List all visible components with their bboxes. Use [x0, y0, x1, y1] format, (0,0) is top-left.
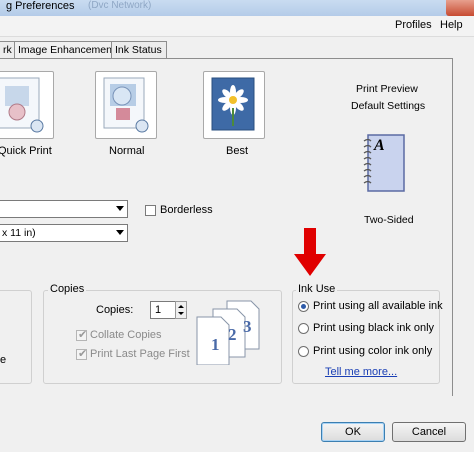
page-number-2: 2 [228, 325, 237, 344]
quick-print-label: Quick Print [0, 145, 52, 157]
ink-use-group-label: Ink Use [296, 283, 338, 295]
paper-size-select[interactable]: x 11 in) [0, 224, 128, 242]
chevron-down-icon [116, 230, 124, 235]
normal-icon [103, 77, 149, 133]
stepper-arrows-icon [178, 305, 184, 315]
book-letter: A [374, 137, 385, 154]
notebook-icon [363, 134, 405, 192]
page-number-3: 3 [243, 317, 252, 336]
left-settings-group [0, 290, 32, 384]
borderless-checkbox[interactable] [145, 205, 156, 216]
collate-copies-label: Collate Copies [90, 329, 162, 341]
quick-print-icon [0, 77, 44, 133]
menu-profiles[interactable]: Profiles [395, 19, 432, 31]
print-last-page-first-label: Print Last Page First [90, 348, 190, 360]
radio-black-ink[interactable] [298, 323, 309, 334]
tell-me-more-link[interactable]: Tell me more... [325, 366, 397, 378]
window-title-device: (Dvc Network) [88, 0, 152, 11]
cancel-button[interactable]: Cancel [392, 422, 466, 442]
two-sided-preview: A [362, 133, 408, 195]
radio-all-ink-label: Print using all available ink [313, 300, 443, 312]
copies-label: Copies: [96, 304, 134, 316]
menu-help[interactable]: Help [440, 19, 463, 31]
check-icon: ✔ [78, 348, 88, 360]
radio-black-ink-label: Print using black ink only [313, 322, 435, 334]
tab-network[interactable]: rk [0, 41, 15, 58]
collate-copies-checkbox[interactable]: ✔ [76, 329, 88, 341]
normal-label: Normal [109, 145, 145, 157]
copies-stepper[interactable] [175, 301, 187, 319]
print-preview-subtitle: Default Settings [351, 100, 426, 112]
copies-input[interactable]: 1 [150, 301, 178, 319]
window-title: g Preferences [6, 0, 75, 12]
tab-image-enhancement[interactable]: Image Enhancement [14, 41, 118, 58]
ok-button[interactable]: OK [321, 422, 385, 442]
radio-color-ink[interactable] [298, 346, 309, 357]
best-option[interactable] [203, 71, 265, 139]
print-last-page-first-checkbox[interactable]: ✔ [76, 348, 88, 360]
chevron-down-icon [116, 206, 124, 211]
radio-all-ink[interactable] [298, 301, 309, 312]
page-number-1: 1 [211, 335, 220, 354]
arrow-down-icon [294, 228, 326, 276]
radio-color-ink-label: Print using color ink only [313, 345, 433, 357]
copies-group-label: Copies [48, 283, 87, 295]
annotation-arrow [292, 226, 328, 278]
best-label: Best [226, 145, 249, 157]
close-window-button[interactable] [446, 0, 474, 16]
borderless-label: Borderless [160, 204, 213, 216]
page-stack-illustration: 3 2 1 [191, 299, 267, 366]
normal-option[interactable] [95, 71, 157, 139]
best-icon [211, 77, 255, 131]
quick-print-option[interactable] [0, 71, 54, 139]
paper-type-select[interactable] [0, 200, 128, 218]
print-preview-title: Print Preview [356, 83, 418, 95]
two-sided-label: Two-Sided [364, 214, 414, 226]
left-group-text: e [0, 354, 7, 366]
check-icon: ✔ [78, 329, 88, 341]
tab-ink-status[interactable]: Ink Status [111, 41, 167, 58]
